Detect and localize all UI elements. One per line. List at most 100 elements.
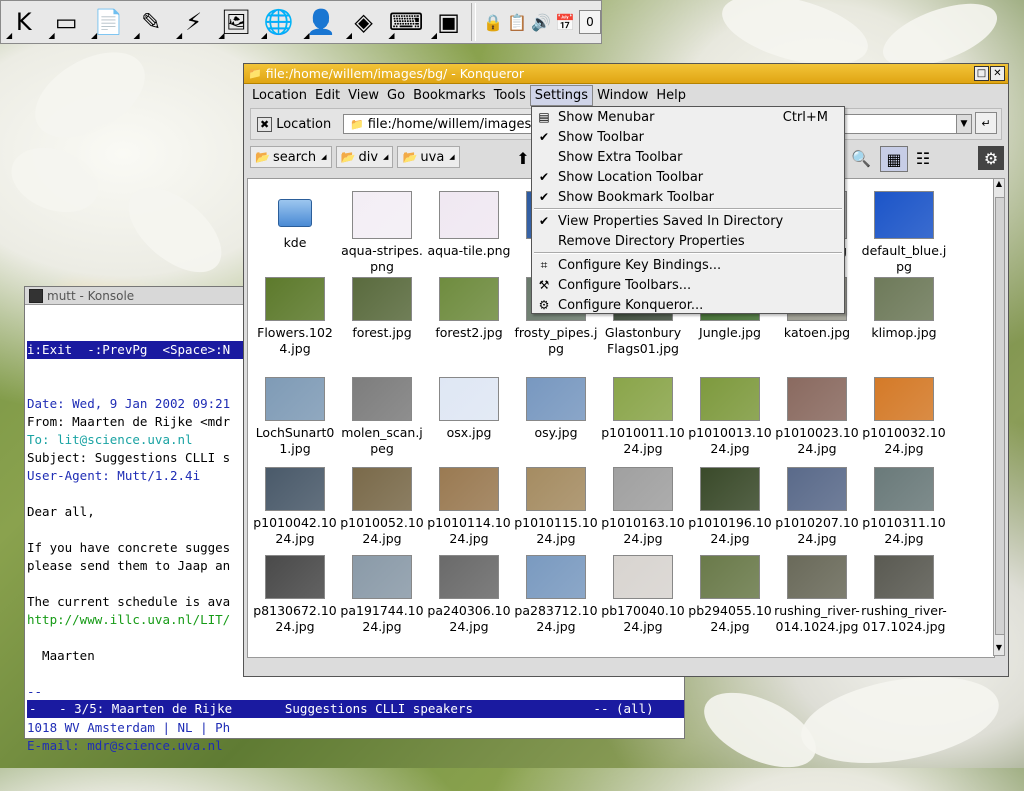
bookmark-uva[interactable]: 📂 uva ◢ <box>397 146 460 168</box>
file-item[interactable]: aqua-stripes.png <box>339 181 425 275</box>
file-item[interactable]: forest.jpg <box>339 273 425 341</box>
menu-edit[interactable]: Edit <box>311 86 344 105</box>
close-button[interactable]: ✕ <box>990 66 1005 81</box>
image-thumbnail <box>439 377 499 421</box>
image-thumbnail <box>352 377 412 421</box>
globe-icon[interactable]: 🌐 ◢ <box>259 2 298 42</box>
image-thumbnail <box>526 555 586 599</box>
calendar-icon[interactable]: 📅 <box>555 13 575 32</box>
konqueror-titlebar[interactable]: 📁 file:/home/willem/images/bg/ - Konquer… <box>244 64 1008 84</box>
volume-icon[interactable]: 🔊 <box>531 13 551 32</box>
file-item[interactable]: aqua-tile.png <box>426 181 512 259</box>
settings-menu: ▤ Show Menubar Ctrl+M ✔ Show Toolbar Show Ext… <box>531 106 845 314</box>
file-item[interactable]: p1010023.1024.jpg <box>774 373 860 457</box>
lightning-icon[interactable]: ⚡ ◢ <box>174 2 213 42</box>
file-item[interactable]: pb294055.1024.jpg <box>687 551 773 635</box>
menubar: Location Edit View Go Bookmarks Tools Settings… <box>244 84 1008 106</box>
vertical-scrollbar[interactable]: ▲ ▼ <box>993 178 1005 656</box>
documents-icon[interactable]: 📄 ◢ <box>89 2 128 42</box>
scroll-up-arrow[interactable]: ▲ <box>994 179 1004 191</box>
location-label[interactable]: ✖ Location <box>257 116 331 132</box>
menuitem-show-toolbar[interactable]: ✔ Show Toolbar <box>532 127 844 147</box>
file-item[interactable]: p1010163.1024.jpg <box>600 463 686 547</box>
image-thumbnail <box>787 377 847 421</box>
scroll-down-arrow[interactable]: ▼ <box>994 643 1004 655</box>
file-item[interactable]: klimop.jpg <box>861 273 947 341</box>
konqueror-config-icon: ⚙ <box>538 298 550 312</box>
menuitem-configure-konqueror[interactable]: ⚙ Configure Konqueror... <box>532 295 844 315</box>
image-viewer-icon[interactable]: 🖼 ◢ <box>216 2 255 42</box>
file-item[interactable]: p1010207.1024.jpg <box>774 463 860 547</box>
pen-icon[interactable]: ✎ ◢ <box>131 2 170 42</box>
menuitem-show-bookmark-toolbar[interactable]: ✔ Show Bookmark Toolbar <box>532 187 844 207</box>
panel-separator <box>471 3 477 41</box>
diamond-icon[interactable]: ◈ ◢ <box>344 2 383 42</box>
file-item[interactable]: pa283712.1024.jpg <box>513 551 599 635</box>
image-thumbnail <box>265 377 325 421</box>
menu-bookmarks[interactable]: Bookmarks <box>409 86 490 105</box>
menuitem-remove-directory-properties[interactable]: Remove Directory Properties <box>532 231 844 251</box>
file-item[interactable]: rushing_river-014.1024.jpg <box>774 551 860 635</box>
menu-go[interactable]: Go <box>383 86 409 105</box>
file-item[interactable]: molen_scan.jpeg <box>339 373 425 457</box>
scrollbar-thumb[interactable] <box>995 197 1005 635</box>
desktop-pager[interactable]: 0 <box>578 10 601 34</box>
menu-view[interactable]: View <box>344 86 383 105</box>
terminal-icon[interactable]: ▣ ◢ <box>429 2 468 42</box>
menu-tools[interactable]: Tools <box>490 86 530 105</box>
kde-panel: K ◢ ▭ ◢ 📄 ◢ ✎ ◢ ⚡ ◢ 🖼 ◢ 🌐 ◢ 👤 ◢ ◈ ◢ ⌨ ◢ ▣ ◢ 🔒 📋 🔊 📅 0 <box>0 0 602 44</box>
file-item[interactable]: pa240306.1024.jpg <box>426 551 512 635</box>
file-item[interactable]: p1010042.1024.jpg <box>252 463 338 547</box>
file-item[interactable]: kde <box>252 181 338 251</box>
file-item[interactable]: p1010115.1024.jpg <box>513 463 599 547</box>
file-name: p1010052.1024.jpg <box>340 515 424 546</box>
file-item[interactable]: p1010011.1024.jpg <box>600 373 686 457</box>
window-list-icon[interactable]: ▭ ◢ <box>46 2 85 42</box>
bookmark-search[interactable]: 📂 search ◢ <box>250 146 332 168</box>
location-dropdown-button[interactable]: ▼ <box>956 114 972 134</box>
menuitem-configure-key-bindings[interactable]: ⌗ Configure Key Bindings... <box>532 255 844 275</box>
file-item[interactable]: rushing_river-017.1024.jpg <box>861 551 947 635</box>
go-button[interactable]: ↵ <box>975 112 997 134</box>
detail-view-icon[interactable]: ☷ <box>910 146 936 170</box>
file-item[interactable]: p1010013.1024.jpg <box>687 373 773 457</box>
maximize-button[interactable]: □ <box>974 66 989 81</box>
k-menu-icon[interactable]: K ◢ <box>4 2 43 42</box>
file-item[interactable]: p1010052.1024.jpg <box>339 463 425 547</box>
menu-help[interactable]: Help <box>652 86 690 105</box>
file-item[interactable]: p1010032.1024.jpg <box>861 373 947 457</box>
file-name: p1010196.1024.jpg <box>688 515 772 546</box>
bookmark-div[interactable]: 📂 div ◢ <box>335 146 394 168</box>
file-item[interactable]: p1010114.1024.jpg <box>426 463 512 547</box>
icon-view-icon[interactable]: ▦ <box>880 146 908 172</box>
file-item[interactable]: osx.jpg <box>426 373 512 441</box>
menuitem-view-properties-saved-in-directory[interactable]: ✔ View Properties Saved In Directory <box>532 211 844 231</box>
menu-location[interactable]: Location <box>248 86 311 105</box>
typewriter-icon[interactable]: ⌨ ◢ <box>386 2 425 42</box>
file-name: Flowers.1024.jpg <box>257 325 333 356</box>
file-item[interactable]: p1010311.1024.jpg <box>861 463 947 547</box>
file-item[interactable]: forest2.jpg <box>426 273 512 341</box>
file-item[interactable]: LochSunart01.jpg <box>252 373 338 457</box>
menu-settings[interactable]: Settings <box>529 84 594 106</box>
window-title: file:/home/willem/images/bg/ - Konqueror <box>265 66 525 81</box>
image-thumbnail <box>613 377 673 421</box>
menuitem-show-menubar[interactable]: ▤ Show Menubar Ctrl+M <box>532 107 844 127</box>
clipboard-icon[interactable]: 📋 <box>507 13 527 32</box>
file-item[interactable]: pa191744.1024.jpg <box>339 551 425 635</box>
menu-window[interactable]: Window <box>593 86 652 105</box>
lock-icon[interactable]: 🔒 <box>483 13 503 32</box>
menuitem-configure-toolbars[interactable]: ⚒ Configure Toolbars... <box>532 275 844 295</box>
zoom-icon[interactable]: 🔍 <box>848 146 874 170</box>
menuitem-show-extra-toolbar[interactable]: Show Extra Toolbar <box>532 147 844 167</box>
file-item[interactable]: pb170040.1024.jpg <box>600 551 686 635</box>
file-item[interactable]: p8130672.1024.jpg <box>252 551 338 635</box>
image-thumbnail <box>439 191 499 239</box>
file-item[interactable]: p1010196.1024.jpg <box>687 463 773 547</box>
user-icon[interactable]: 👤 ◢ <box>301 2 340 42</box>
menuitem-show-location-toolbar[interactable]: ✔ Show Location Toolbar <box>532 167 844 187</box>
file-item[interactable]: Flowers.1024.jpg <box>252 273 338 357</box>
image-thumbnail <box>439 277 499 321</box>
file-item[interactable]: default_blue.jpg <box>861 181 947 275</box>
file-item[interactable]: osy.jpg <box>513 373 599 441</box>
